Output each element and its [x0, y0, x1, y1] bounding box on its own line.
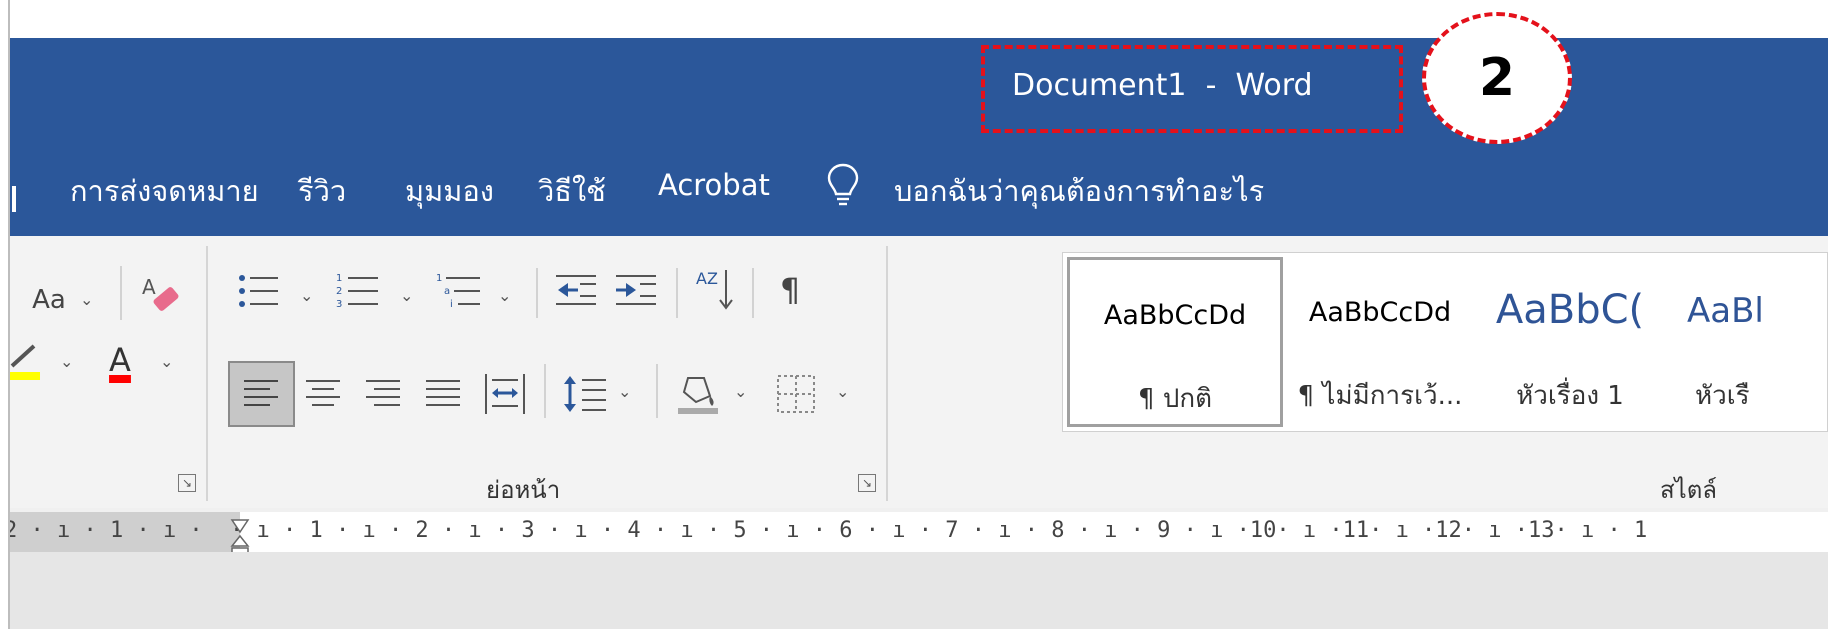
show-marks-icon[interactable]: ¶	[770, 270, 810, 310]
align-left-icon	[244, 380, 278, 406]
styles-gallery: AaBbCcDd ¶ ปกติ AaBbCcDd ¶ ไม่มีการเว้..…	[1062, 252, 1828, 432]
multilevel-list-icon[interactable]: 1 a i	[436, 270, 484, 312]
svg-text:A: A	[142, 275, 156, 299]
tab-mailings[interactable]: การส่งจดหมาย	[70, 168, 259, 214]
separator	[536, 268, 538, 318]
style-name: ¶ ปกติ	[1138, 384, 1212, 414]
align-right-icon[interactable]	[366, 378, 402, 410]
style-name: ¶ ไม่มีการเว้...	[1297, 381, 1463, 411]
group-separator	[886, 246, 888, 501]
chevron-down-icon[interactable]: ⌄	[618, 382, 631, 401]
highlight-icon[interactable]	[8, 340, 42, 382]
distributed-icon[interactable]	[484, 372, 528, 416]
annotation-callout-number: 2	[1422, 12, 1572, 144]
window-top-strip	[0, 0, 1828, 38]
justify-icon[interactable]	[426, 378, 462, 410]
style-sample: AaBl	[1687, 291, 1764, 331]
separator	[676, 268, 678, 318]
tell-me-search[interactable]: บอกฉันว่าคุณต้องการทำอะไร	[894, 168, 1264, 214]
style-no-spacing[interactable]: AaBbCcDd ¶ ไม่มีการเว้...	[1285, 257, 1475, 427]
group-separator	[206, 246, 208, 501]
window-left-border	[0, 0, 10, 629]
paragraph-group-label: ย่อหน้า	[486, 476, 561, 504]
style-sample: AaBbC(	[1495, 287, 1645, 333]
tab-acrobat[interactable]: Acrobat	[658, 168, 770, 202]
tab-review[interactable]: รีวิว	[298, 168, 346, 214]
clear-formatting-icon[interactable]: A	[140, 272, 184, 318]
separator	[752, 268, 754, 318]
style-name: หัวเรื่อง 1	[1516, 381, 1624, 411]
font-dialog-launcher[interactable]: ↘	[178, 474, 196, 492]
borders-icon[interactable]	[776, 374, 816, 414]
tab-fragment	[12, 186, 16, 212]
style-sample: AaBbCcDd	[1103, 300, 1247, 331]
style-heading-2[interactable]: AaBl หัวเรื	[1665, 257, 1827, 427]
style-heading-1[interactable]: AaBbC( หัวเรื่อง 1	[1477, 257, 1663, 427]
chevron-down-icon[interactable]: ⌄	[80, 290, 93, 309]
ribbon-tabs: การส่งจดหมาย รีวิว มุมมอง วิธีใช้ Acroba…	[8, 138, 1828, 236]
increase-indent-icon[interactable]	[616, 272, 660, 310]
lightbulb-icon	[827, 163, 859, 206]
line-spacing-icon[interactable]	[562, 372, 608, 416]
chevron-down-icon[interactable]: ⌄	[160, 352, 173, 371]
font-color-icon: A	[109, 341, 131, 379]
style-sample: AaBbCcDd	[1308, 297, 1452, 328]
decrease-indent-icon[interactable]	[556, 272, 600, 310]
chevron-down-icon[interactable]: ⌄	[300, 286, 313, 305]
svg-text:1: 1	[436, 273, 442, 284]
svg-text:3: 3	[336, 299, 342, 310]
horizontal-ruler[interactable]: 2 · ı · 1 · ı · · ı · 1 · ı · 2 · ı · 3 …	[8, 512, 1828, 552]
tab-view[interactable]: มุมมอง	[405, 168, 494, 214]
numbering-icon[interactable]: 1 2 3	[336, 270, 382, 312]
svg-text:1: 1	[336, 273, 342, 284]
annotation-highlight-box	[981, 45, 1403, 133]
separator	[544, 364, 546, 418]
styles-group-label: สไตล์	[1660, 476, 1718, 504]
chevron-down-icon[interactable]: ⌄	[836, 382, 849, 401]
change-case-icon: Aa	[32, 285, 66, 315]
chevron-down-icon[interactable]: ⌄	[734, 382, 747, 401]
separator	[120, 266, 122, 320]
ruler-left-ticks: 2 · ı · 1 · ı ·	[8, 518, 203, 543]
ruler-ticks: · ı · 1 · ı · 2 · ı · 3 · ı · 4 · ı · 5 …	[230, 518, 1648, 543]
svg-text:AZ: AZ	[696, 269, 718, 288]
chevron-down-icon[interactable]: ⌄	[400, 286, 413, 305]
font-color-button[interactable]: A	[98, 338, 142, 382]
align-center-icon[interactable]	[306, 378, 342, 410]
svg-text:i: i	[450, 299, 453, 310]
style-name: หัวเรื	[1695, 381, 1750, 411]
change-case-button[interactable]: Aa	[27, 280, 71, 320]
shading-icon[interactable]	[676, 372, 722, 416]
style-normal[interactable]: AaBbCcDd ¶ ปกติ	[1067, 257, 1283, 427]
chevron-down-icon[interactable]: ⌄	[60, 352, 73, 371]
svg-text:2: 2	[336, 286, 342, 297]
separator	[656, 364, 658, 418]
sort-icon[interactable]: AZ	[696, 266, 736, 312]
svg-text:a: a	[444, 286, 450, 297]
bullets-icon[interactable]	[236, 270, 282, 312]
document-area	[8, 552, 1828, 629]
tab-help[interactable]: วิธีใช้	[538, 168, 606, 214]
paragraph-dialog-launcher[interactable]: ↘	[858, 474, 876, 492]
chevron-down-icon[interactable]: ⌄	[498, 286, 511, 305]
